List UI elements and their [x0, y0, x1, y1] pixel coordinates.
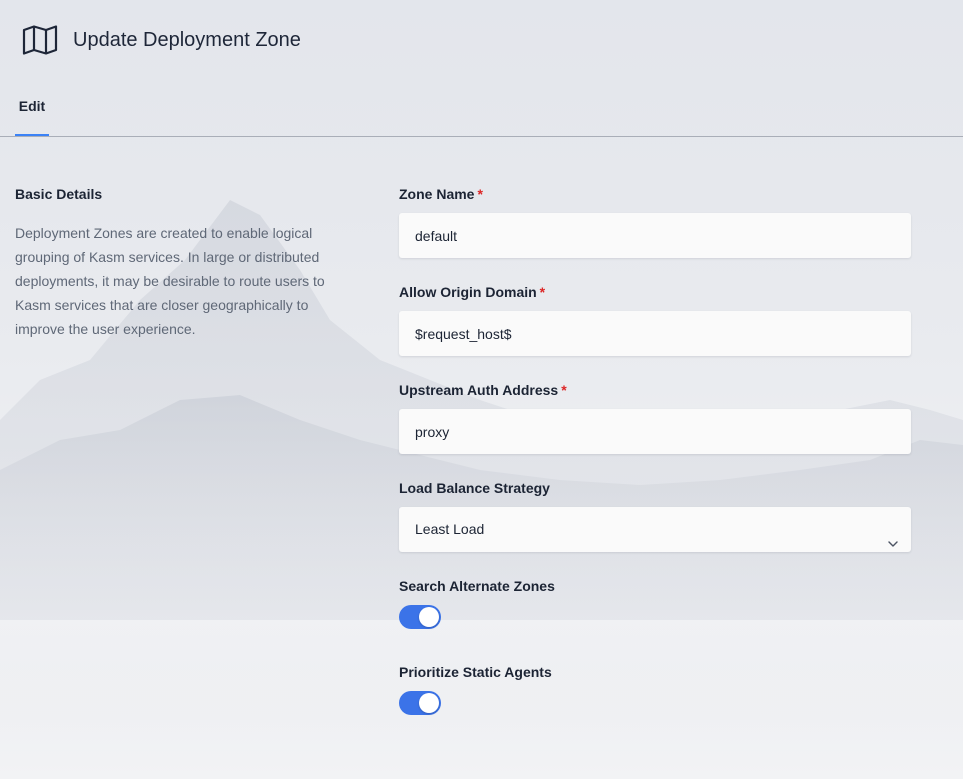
- load-balance-strategy-select[interactable]: Least Load: [399, 507, 911, 552]
- section-description: Deployment Zones are created to enable l…: [15, 225, 325, 337]
- allow-origin-domain-input[interactable]: [399, 311, 911, 356]
- toggle-knob: [419, 693, 439, 713]
- page-content: Update Deployment Zone Edit Basic Detail…: [0, 0, 963, 779]
- upstream-auth-address-label: Upstream Auth Address *: [399, 381, 567, 399]
- upstream-auth-address-input[interactable]: [399, 409, 911, 454]
- load-balance-strategy-value: Least Load: [415, 521, 485, 537]
- load-balance-strategy-label: Load Balance Strategy: [399, 480, 550, 496]
- search-alternate-zones-toggle[interactable]: [399, 605, 441, 629]
- allow-origin-domain-label-text: Allow Origin Domain: [399, 284, 537, 300]
- required-marker: *: [561, 382, 567, 398]
- page-header: Update Deployment Zone: [22, 24, 301, 56]
- tab-bar: Edit: [0, 86, 963, 137]
- prioritize-static-agents-label: Prioritize Static Agents: [399, 664, 552, 680]
- upstream-auth-address-label-text: Upstream Auth Address: [399, 382, 559, 398]
- section-title: Basic Details: [15, 186, 103, 202]
- zone-name-input[interactable]: [399, 213, 911, 258]
- chevron-down-icon: [887, 523, 899, 547]
- page-title: Update Deployment Zone: [73, 29, 301, 51]
- zone-name-label-text: Zone Name: [399, 186, 475, 202]
- required-marker: *: [477, 186, 483, 202]
- search-alternate-zones-label: Search Alternate Zones: [399, 578, 555, 594]
- zone-name-label: Zone Name *: [399, 185, 483, 203]
- allow-origin-domain-label: Allow Origin Domain *: [399, 283, 545, 301]
- prioritize-static-agents-toggle[interactable]: [399, 691, 441, 715]
- required-marker: *: [539, 284, 546, 300]
- map-icon: [22, 25, 58, 55]
- tab-edit[interactable]: Edit: [15, 86, 49, 136]
- toggle-knob: [419, 607, 439, 627]
